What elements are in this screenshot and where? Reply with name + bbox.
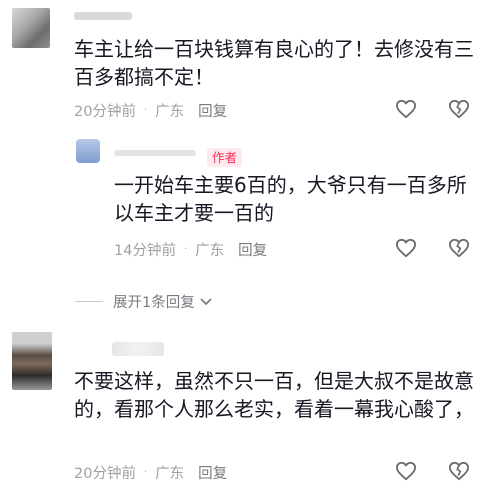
chevron-down-icon [200, 297, 212, 305]
author-badge: 作者 [207, 148, 243, 167]
comment-text: 不要这样，虽然不只一百，但是大叔不是故意的，看那个人那么老实，看着一幕我心酸了， [74, 369, 474, 421]
broken-heart-icon[interactable] [448, 461, 470, 481]
reply-time: 14分钟前 [114, 243, 176, 259]
expand-replies-button[interactable]: 展开1条回复 [75, 291, 213, 312]
broken-heart-icon[interactable] [448, 99, 470, 119]
separator-dot: · [143, 105, 148, 116]
comment-location: 广东 [155, 466, 185, 482]
divider-line [75, 301, 103, 302]
expand-replies-label: 展开1条回复 [113, 295, 195, 311]
reply-text: 一开始车主要6百的，大爷只有一百多所以车主才要一百的 [114, 173, 467, 225]
comment-meta: 20分钟前 · 广东 回复 [74, 100, 227, 121]
username-blurred[interactable] [74, 12, 132, 20]
author-username-blurred[interactable] [114, 150, 196, 156]
separator-dot: · [183, 244, 188, 255]
avatar[interactable] [12, 8, 50, 48]
reply-button[interactable]: 回复 [198, 100, 227, 121]
reply-button[interactable]: 回复 [238, 239, 267, 260]
author-avatar[interactable] [76, 139, 100, 163]
comment-meta: 20分钟前 · 广东 回复 [74, 462, 227, 483]
comment-location: 广东 [155, 104, 185, 120]
reply-button[interactable]: 回复 [198, 462, 227, 483]
heart-outline-icon[interactable] [395, 238, 417, 258]
heart-outline-icon[interactable] [395, 99, 417, 119]
reply-meta: 14分钟前 · 广东 回复 [114, 239, 267, 260]
separator-dot: · [143, 467, 148, 478]
username-blurred[interactable] [112, 342, 164, 356]
reply-location: 广东 [195, 243, 225, 259]
comment-time: 20分钟前 [74, 104, 136, 120]
heart-outline-icon[interactable] [395, 461, 417, 481]
comment-time: 20分钟前 [74, 466, 136, 482]
avatar[interactable] [12, 332, 52, 390]
comment-text: 车主让给一百块钱算有良心的了！去修没有三百多都搞不定！ [74, 37, 474, 89]
broken-heart-icon[interactable] [448, 238, 470, 258]
